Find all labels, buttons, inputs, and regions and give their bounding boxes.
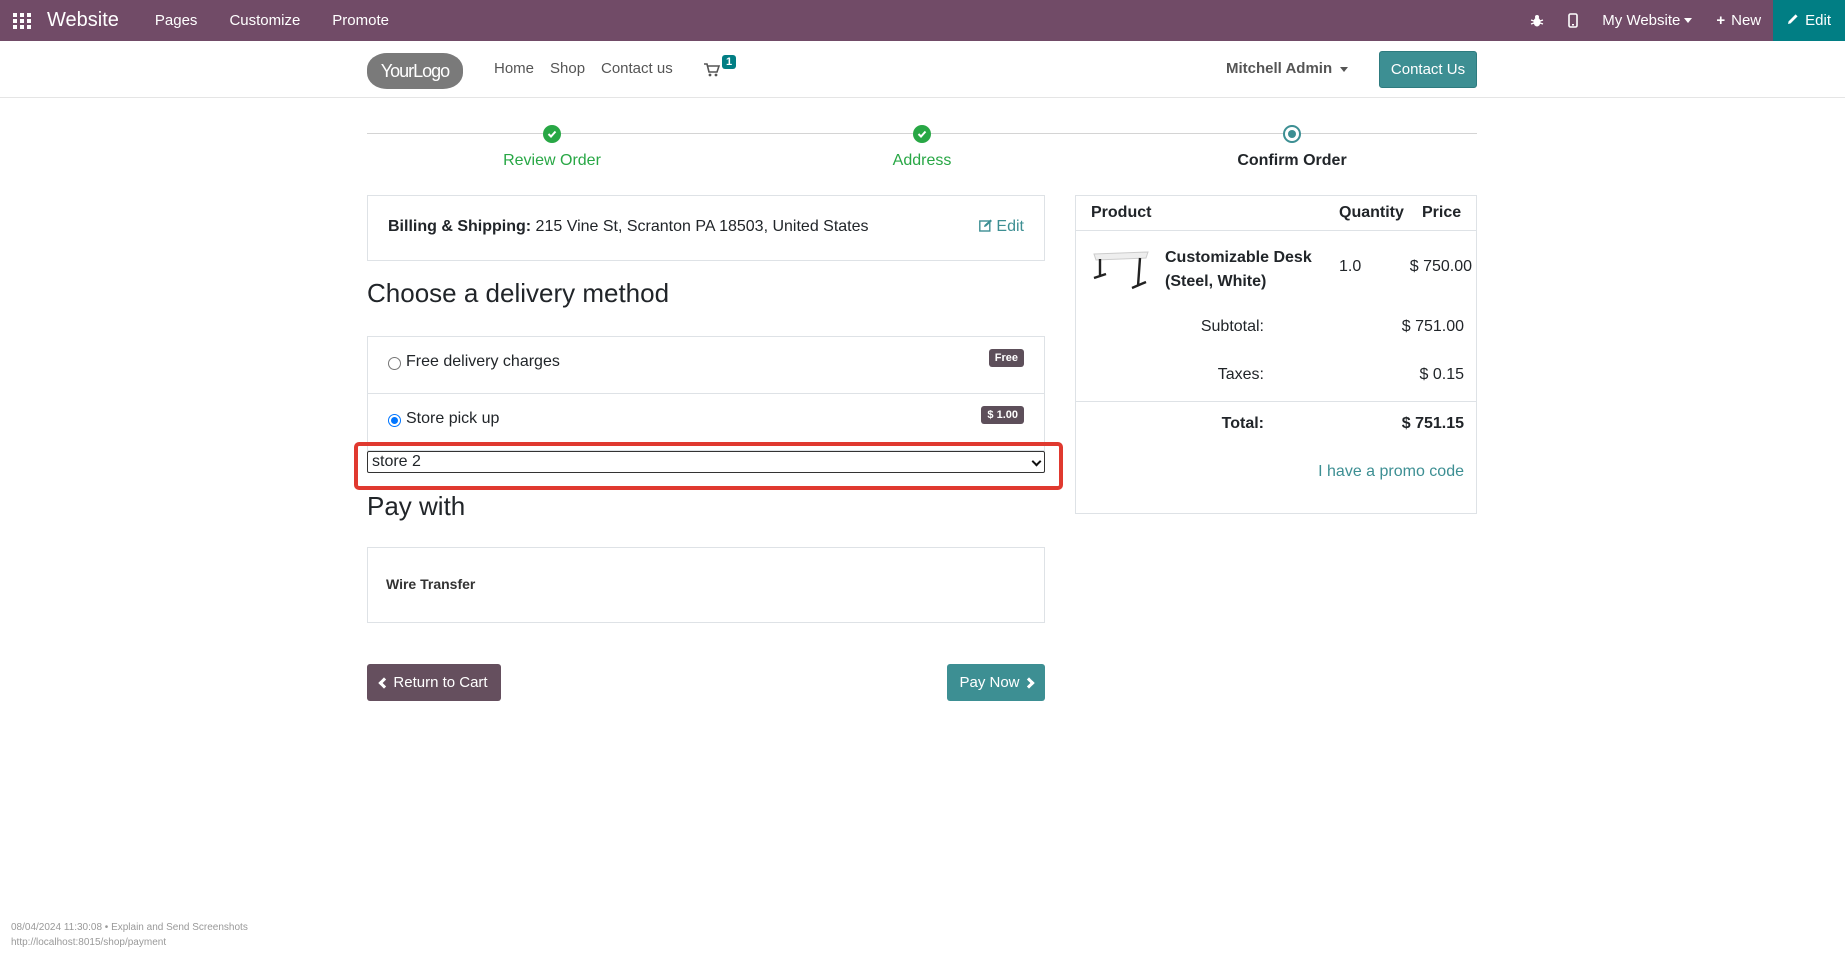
payment-method-label: Wire Transfer xyxy=(386,576,476,592)
site-header: YourLogo Home Shop Contact us 1 Mitchell… xyxy=(0,41,1845,98)
nav-shop[interactable]: Shop xyxy=(550,60,585,77)
product-name[interactable]: Customizable Desk (Steel, White) xyxy=(1165,246,1315,294)
new-button[interactable]: + New xyxy=(1704,0,1773,41)
debug-bug-icon[interactable] xyxy=(1518,0,1556,41)
edit-label: Edit xyxy=(1805,12,1831,29)
step-current-icon xyxy=(1283,125,1301,143)
total-label: Total: xyxy=(1221,415,1264,432)
caret-down-icon xyxy=(1340,66,1349,72)
delivery-radio-store-pickup[interactable] xyxy=(388,414,401,427)
billing-label: Billing & Shipping: xyxy=(388,218,532,235)
order-summary: Product Quantity Price Customizable Desk… xyxy=(1075,195,1477,514)
pay-now-button[interactable]: Pay Now xyxy=(947,664,1045,701)
header-quantity: Quantity xyxy=(1339,204,1404,221)
summary-header: Product Quantity Price xyxy=(1076,196,1476,231)
plus-icon: + xyxy=(1716,12,1726,29)
product-quantity: 1.0 xyxy=(1339,258,1362,275)
return-to-cart-button[interactable]: Return to Cart xyxy=(367,664,501,701)
menu-promote[interactable]: Promote xyxy=(332,12,389,29)
product-image xyxy=(1093,251,1149,290)
nav-contact-us[interactable]: Contact us xyxy=(601,60,673,77)
chevron-right-icon xyxy=(1022,676,1035,689)
my-website-label: My Website xyxy=(1602,12,1681,29)
step-done-check-icon xyxy=(543,125,561,143)
delivery-label: Free delivery charges xyxy=(406,353,560,370)
user-name: Mitchell Admin xyxy=(1226,60,1333,77)
delivery-method-list: Free delivery charges Free Store pick up… xyxy=(367,336,1045,451)
mobile-preview-icon[interactable] xyxy=(1556,0,1590,41)
delivery-option-free[interactable]: Free delivery charges Free xyxy=(368,337,1044,394)
edit-icon xyxy=(979,219,993,232)
contact-us-button[interactable]: Contact Us xyxy=(1379,51,1477,88)
admin-navbar: Website Pages Customize Promote My Websi… xyxy=(0,0,1845,41)
payment-method-box[interactable]: Wire Transfer xyxy=(367,547,1045,623)
chevron-down-icon xyxy=(1031,456,1042,467)
taxes-value: $ 0.15 xyxy=(1419,366,1464,383)
header-product: Product xyxy=(1091,204,1152,221)
apps-menu-icon[interactable] xyxy=(0,0,44,41)
chevron-left-icon xyxy=(378,676,391,689)
edit-button[interactable]: Edit xyxy=(1773,0,1845,41)
delivery-price-badge: Free xyxy=(988,349,1024,367)
step-address[interactable]: Address xyxy=(893,152,952,170)
screenshot-timestamp: 08/04/2024 11:30:08 • Explain and Send S… xyxy=(11,922,248,933)
delivery-radio-free[interactable] xyxy=(388,357,401,370)
pay-label: Pay Now xyxy=(959,674,1020,691)
app-brand[interactable]: Website xyxy=(47,9,119,32)
subtotal-value: $ 751.00 xyxy=(1401,318,1464,335)
step-done-check-icon xyxy=(913,125,931,143)
delivery-title: Choose a delivery method xyxy=(367,278,670,308)
pay-with-title: Pay with xyxy=(367,491,466,521)
billing-text: Billing & Shipping: 215 Vine St, Scranto… xyxy=(388,218,869,236)
delivery-price-badge: $ 1.00 xyxy=(981,406,1024,424)
store-select-value: store 2 xyxy=(372,453,421,470)
user-menu[interactable]: Mitchell Admin xyxy=(1226,60,1349,77)
screenshot-url: http://localhost:8015/shop/payment xyxy=(11,937,167,948)
billing-address: 215 Vine St, Scranton PA 18503, United S… xyxy=(535,218,869,235)
header-price: Price xyxy=(1422,204,1462,221)
step-review-order[interactable]: Review Order xyxy=(503,152,601,170)
menu-pages[interactable]: Pages xyxy=(155,12,198,29)
nav-home[interactable]: Home xyxy=(494,60,534,77)
delivery-label: Store pick up xyxy=(406,410,500,427)
return-label: Return to Cart xyxy=(393,674,488,691)
total-value: $ 751.15 xyxy=(1401,415,1464,432)
divider xyxy=(1076,401,1476,402)
cart-icon xyxy=(704,63,720,77)
product-price: $ 750.00 xyxy=(1409,258,1472,275)
cart-link[interactable]: 1 xyxy=(704,55,742,81)
billing-edit-link[interactable]: Edit xyxy=(979,218,1024,236)
billing-shipping-box: Billing & Shipping: 215 Vine St, Scranto… xyxy=(367,195,1045,261)
promo-code-link[interactable]: I have a promo code xyxy=(1318,463,1464,481)
store-select[interactable]: store 2 xyxy=(367,451,1045,473)
edit-label: Edit xyxy=(996,218,1024,235)
subtotal-label: Subtotal: xyxy=(1200,318,1264,335)
my-website-dropdown[interactable]: My Website xyxy=(1590,0,1704,41)
new-label: New xyxy=(1731,12,1762,29)
pencil-icon xyxy=(1787,12,1799,29)
step-confirm-order: Confirm Order xyxy=(1237,152,1347,169)
site-logo[interactable]: YourLogo xyxy=(367,53,463,89)
taxes-label: Taxes: xyxy=(1217,366,1264,383)
cart-count-badge: 1 xyxy=(722,55,737,69)
caret-down-icon xyxy=(1684,18,1693,23)
menu-customize[interactable]: Customize xyxy=(229,12,300,29)
